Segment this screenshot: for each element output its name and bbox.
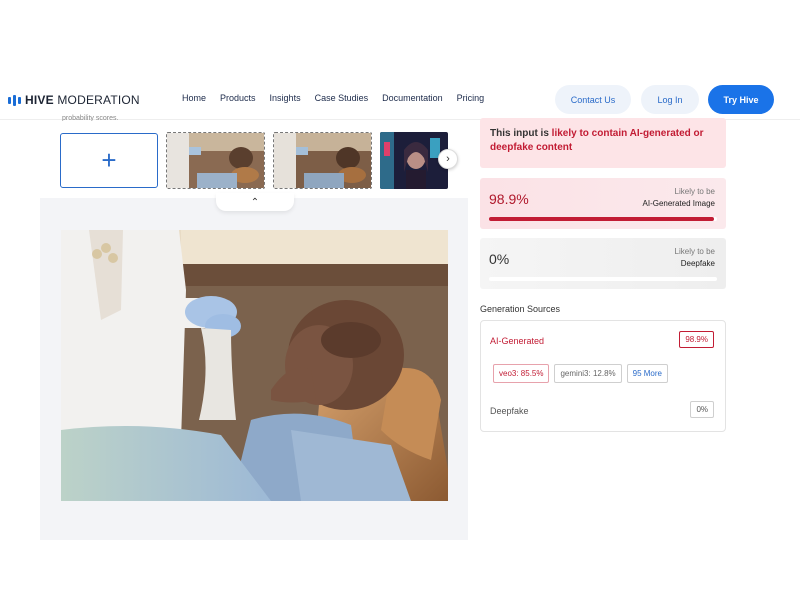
source-chip-gemini3: gemini3: 12.8%	[554, 364, 622, 383]
patient-dental-chair-image	[61, 230, 448, 501]
log-in-button[interactable]: Log In	[641, 85, 699, 114]
thumbnail-2[interactable]	[273, 132, 372, 189]
next-thumbnails-button[interactable]: ›	[438, 149, 458, 169]
more-sources-button[interactable]: 95 More	[626, 364, 668, 383]
generation-sources-card: AI-Generated 98.9% veo3: 85.5% gemini3: …	[480, 320, 726, 432]
hive-logo[interactable]: HIVE MODERATION	[8, 92, 140, 108]
patient-thumbnail-image	[274, 133, 371, 188]
clipped-description-text: probability scores.	[62, 115, 119, 121]
sources-deepfake-value-badge: 0%	[690, 401, 714, 418]
ai-score-bar-fill	[489, 217, 715, 221]
logo-bold-text: HIVE	[25, 93, 54, 107]
source-chips: veo3: 85.5% gemini3: 12.8% 95 More	[493, 364, 668, 383]
contact-us-button[interactable]: Contact Us	[555, 85, 631, 114]
nav-link-documentation[interactable]: Documentation	[382, 93, 443, 103]
add-image-button[interactable]: +	[60, 133, 158, 188]
deepfake-score-card: 0% Likely to be Deepfake	[480, 238, 726, 289]
thumbnail-1[interactable]	[166, 132, 265, 189]
deepfake-score-bar	[489, 277, 717, 281]
chevron-right-icon: ›	[446, 153, 450, 165]
logo-rest-text: MODERATION	[53, 93, 140, 107]
analyzed-image	[61, 230, 448, 501]
plus-icon: +	[101, 145, 117, 175]
source-chip-veo3: veo3: 85.5%	[493, 364, 550, 383]
deepfake-label-top: Likely to be	[674, 247, 715, 256]
patient-thumbnail-image	[167, 133, 264, 188]
verdict-prefix: This input is	[490, 128, 552, 139]
nav-link-home[interactable]: Home	[182, 93, 206, 103]
nav-link-case-studies[interactable]: Case Studies	[315, 93, 369, 103]
collapse-thumbnails-button[interactable]: ⌃	[216, 193, 294, 211]
ai-generated-score: 98.9%	[489, 191, 529, 207]
top-nav: HIVE MODERATION Home Products Insights C…	[0, 80, 800, 120]
ai-score-label-top: Likely to be	[674, 187, 715, 196]
sources-deepfake-label: Deepfake	[490, 406, 529, 416]
nav-links: Home Products Insights Case Studies Docu…	[182, 93, 498, 103]
deepfake-label-bottom: Deepfake	[680, 259, 715, 268]
chevron-up-icon: ⌃	[250, 196, 260, 208]
nav-link-products[interactable]: Products	[220, 93, 256, 103]
try-hive-button[interactable]: Try Hive	[708, 85, 774, 114]
ai-score-label-bottom: AI-Generated Image	[642, 199, 715, 208]
ai-generated-score-card: 98.9% Likely to be AI-Generated Image	[480, 178, 726, 229]
detection-verdict: This input is likely to contain AI-gener…	[480, 118, 726, 168]
nav-link-insights[interactable]: Insights	[270, 93, 301, 103]
generation-sources-title: Generation Sources	[480, 304, 561, 314]
sources-ai-value-badge: 98.9%	[679, 331, 714, 348]
sources-ai-label: AI-Generated	[490, 336, 545, 346]
hive-logo-icon	[8, 94, 21, 106]
deepfake-score: 0%	[489, 251, 510, 267]
nav-link-pricing[interactable]: Pricing	[457, 93, 485, 103]
ai-score-bar	[489, 217, 717, 221]
